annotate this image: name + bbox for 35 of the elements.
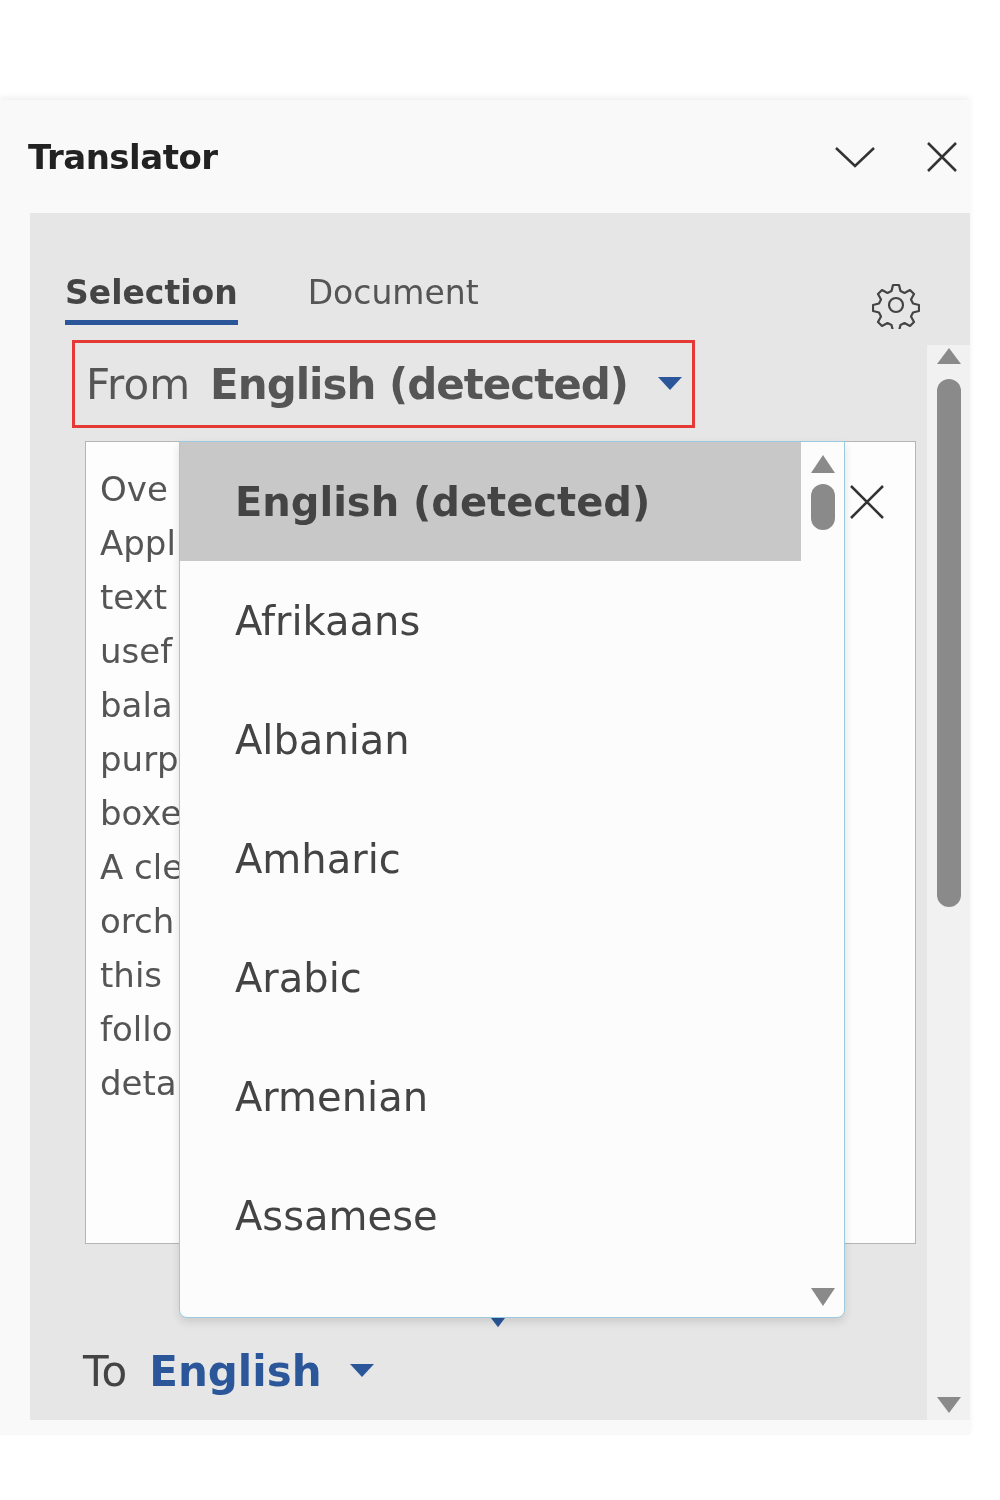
tab[interactable]: Selection [65,273,238,325]
language-option[interactable]: Armenian [180,1037,801,1156]
scrollbar-thumb[interactable] [810,484,835,530]
source-text-line: bala [100,684,174,727]
source-text-line: text [100,576,169,619]
scroll-down-arrow-icon[interactable] [935,1396,962,1414]
scroll-down-arrow-icon[interactable] [809,1287,836,1307]
source-language-selector[interactable]: From English (detected) [72,340,695,428]
source-text-line: Appl [100,522,177,565]
source-text-line: Ove [100,468,169,511]
source-text-line: boxe [100,792,183,835]
language-option[interactable]: Arabic [180,918,801,1037]
clear-icon[interactable] [849,484,885,520]
close-icon[interactable] [926,140,958,173]
source-text-line: purp [100,738,180,781]
source-text-line: deta [100,1062,178,1105]
source-text-line: orch [100,900,176,943]
language-option[interactable]: English (detected) [180,442,801,561]
source-text-line: follo [100,1008,174,1051]
language-option[interactable]: Amharic [180,799,801,918]
scroll-up-arrow-icon[interactable] [809,454,836,474]
caret-icon [658,377,683,391]
target-language-selector[interactable]: To English [83,1334,927,1408]
language-option[interactable]: Assamese [180,1156,801,1275]
pane-title: Translator [28,136,218,177]
source-text-line: this [100,954,164,997]
scroll-up-arrow-icon[interactable] [935,347,962,365]
settings-icon[interactable] [872,281,920,329]
scrollbar-thumb[interactable] [936,379,961,907]
source-text-line: usef [100,630,174,673]
tab[interactable]: Document [307,273,479,325]
chevron-down-icon[interactable] [834,144,876,169]
caret-icon [349,1364,374,1378]
language-option[interactable]: Afrikaans [180,561,801,680]
language-option[interactable]: Albanian [180,680,801,799]
